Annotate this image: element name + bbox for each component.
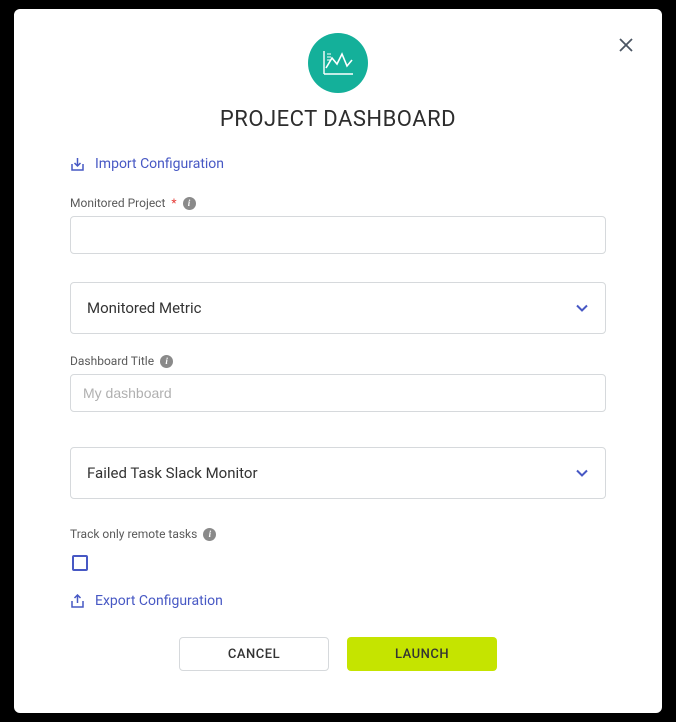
info-icon[interactable]: i bbox=[160, 355, 173, 368]
chevron-down-icon bbox=[575, 466, 589, 480]
info-icon[interactable]: i bbox=[183, 197, 196, 210]
cancel-button-label: CANCEL bbox=[228, 647, 280, 662]
required-asterisk: * bbox=[171, 196, 176, 210]
monitored-metric-select[interactable]: Monitored Metric bbox=[70, 282, 606, 334]
dashboard-title-input[interactable] bbox=[70, 374, 606, 412]
track-remote-label-text: Track only remote tasks bbox=[70, 527, 197, 541]
monitored-project-label-text: Monitored Project bbox=[70, 196, 165, 210]
track-remote-field: Track only remote tasks i bbox=[70, 527, 606, 571]
chevron-down-icon bbox=[575, 301, 589, 315]
failed-task-monitor-selected: Failed Task Slack Monitor bbox=[87, 464, 258, 482]
track-remote-checkbox[interactable] bbox=[72, 555, 88, 571]
project-dashboard-modal: PROJECT DASHBOARD Import Configuration M… bbox=[14, 9, 662, 713]
dashboard-chart-icon bbox=[308, 33, 368, 93]
info-icon[interactable]: i bbox=[203, 528, 216, 541]
modal-title: PROJECT DASHBOARD bbox=[220, 107, 456, 132]
import-icon bbox=[70, 157, 85, 172]
monitored-project-label: Monitored Project * i bbox=[70, 196, 606, 210]
export-icon bbox=[70, 594, 85, 609]
modal-content: Import Configuration Monitored Project *… bbox=[14, 156, 662, 609]
monitored-project-input[interactable] bbox=[70, 216, 606, 254]
launch-button-label: LAUNCH bbox=[395, 647, 449, 662]
import-link-label: Import Configuration bbox=[95, 156, 224, 172]
dashboard-title-label-text: Dashboard Title bbox=[70, 354, 154, 368]
launch-button[interactable]: LAUNCH bbox=[347, 637, 497, 671]
cancel-button[interactable]: CANCEL bbox=[179, 637, 329, 671]
import-configuration-link[interactable]: Import Configuration bbox=[70, 156, 606, 172]
monitored-metric-selected: Monitored Metric bbox=[87, 299, 202, 317]
close-icon bbox=[618, 37, 634, 53]
close-button[interactable] bbox=[612, 31, 640, 59]
export-configuration-link[interactable]: Export Configuration bbox=[70, 593, 606, 609]
modal-footer: CANCEL LAUNCH bbox=[14, 637, 662, 671]
track-remote-label: Track only remote tasks i bbox=[70, 527, 606, 541]
dashboard-title-label: Dashboard Title i bbox=[70, 354, 606, 368]
failed-task-monitor-select[interactable]: Failed Task Slack Monitor bbox=[70, 447, 606, 499]
export-link-label: Export Configuration bbox=[95, 593, 223, 609]
modal-header: PROJECT DASHBOARD bbox=[14, 33, 662, 132]
